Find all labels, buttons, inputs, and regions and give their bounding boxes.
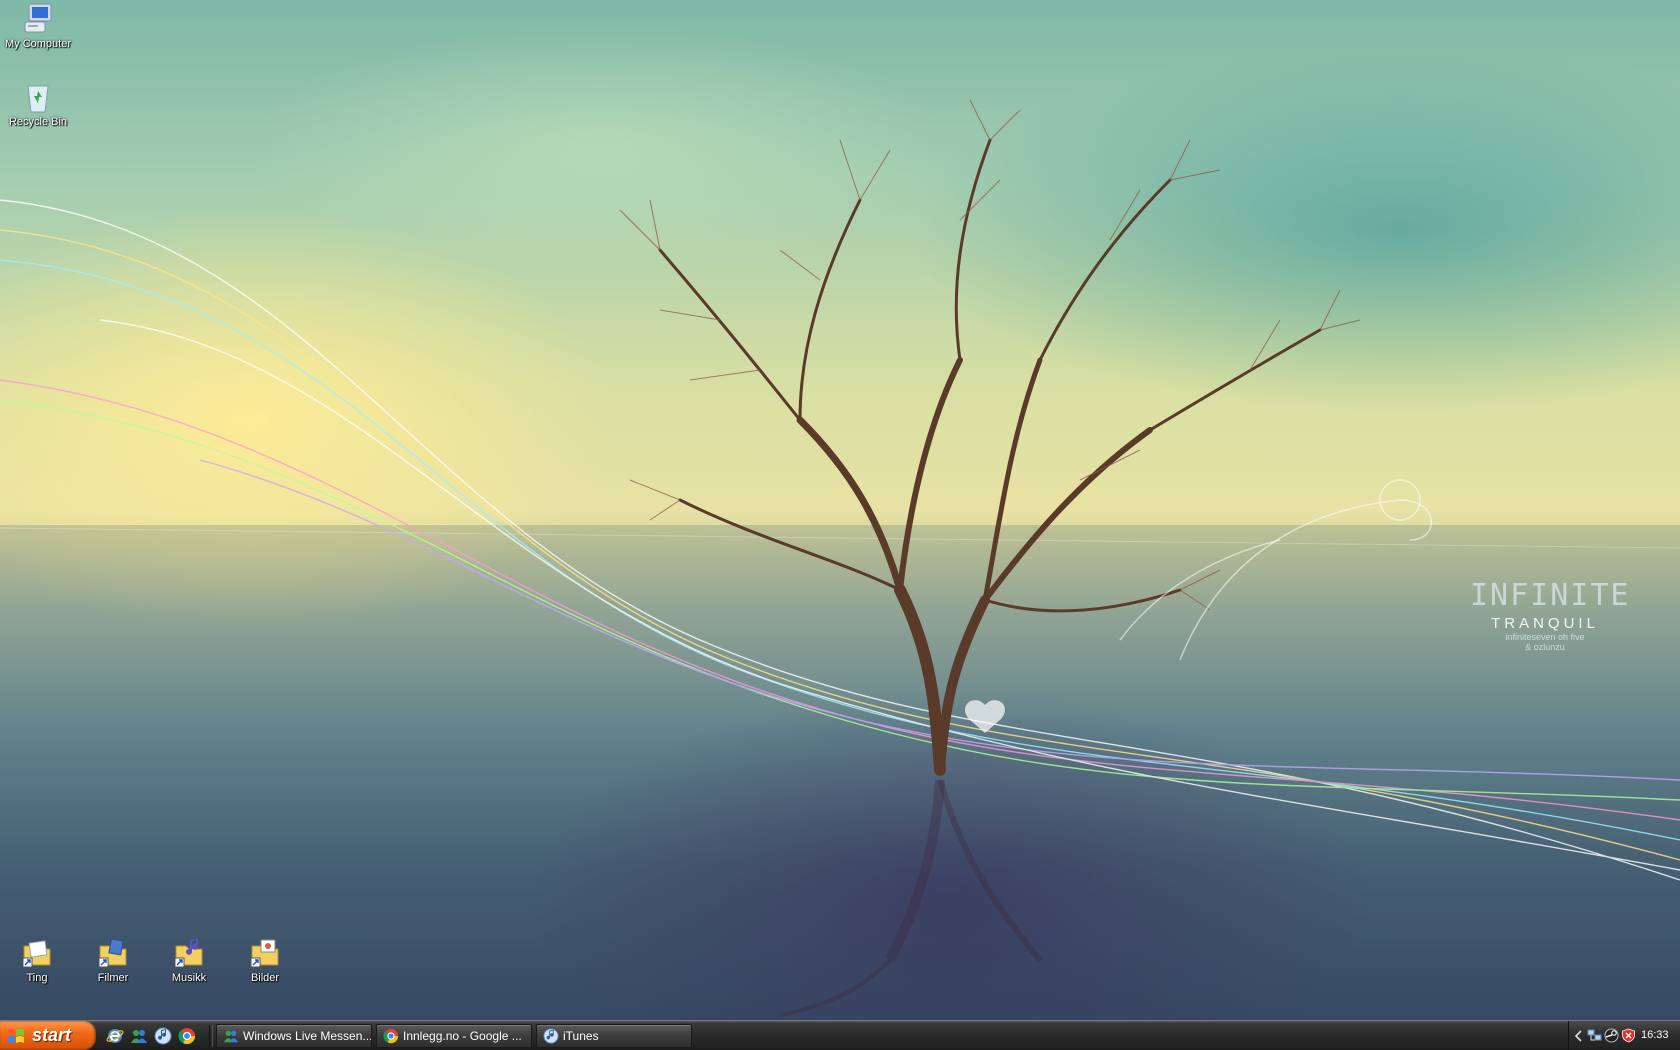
music-folder-shortcut-icon [174,938,203,968]
task-button-label: Innlegg.no - Google ... [403,1029,522,1043]
itunes-icon[interactable] [154,1027,172,1045]
task-button-messenger[interactable]: Windows Live Messen... [216,1024,372,1048]
steam-icon[interactable] [1604,1028,1619,1043]
chrome-icon[interactable] [178,1027,196,1045]
system-tray: 16:33 [1568,1021,1680,1050]
ie-icon[interactable] [106,1027,124,1045]
itunes-icon [543,1028,559,1044]
task-button-label: Windows Live Messen... [243,1029,371,1043]
desktop-icon-ting[interactable]: Ting [0,936,74,984]
wallpaper-credit: & ozlunzu [1525,642,1565,652]
desktop-icon-label: Ting [26,972,48,984]
task-button-chrome[interactable]: Innlegg.no - Google ... [376,1024,532,1048]
desktop-icon-label: Musikk [171,972,207,984]
computer-icon [24,3,52,33]
desktop-icon-bilder[interactable]: Bilder [228,936,302,984]
wallpaper-credit: infiniteseven oh five [1505,632,1585,642]
security-alert-icon[interactable] [1621,1028,1636,1043]
windows-logo-icon [8,1028,24,1043]
folder-shortcut-icon [22,940,51,968]
desktop-icon-label: Filmer [97,972,129,984]
start-button[interactable]: start [0,1021,96,1050]
wallpaper-art [0,99,1680,1020]
network-icon[interactable] [1587,1028,1602,1043]
desktop[interactable]: My Computer Recycle Bin Ting Filmer Musi… [0,0,1680,1020]
folder-shortcut-icon [98,938,127,968]
desktop-icon-recycle-bin[interactable]: Recycle Bin [1,80,75,128]
wallpaper-branding: INFINITE TRANQUIL infiniteseven oh five … [1470,578,1631,652]
start-label: start [32,1025,72,1045]
quick-launch-separator [209,1025,213,1047]
chevron-left-icon[interactable] [1574,1030,1584,1042]
clock[interactable]: 16:33 [1641,1029,1669,1041]
recycle-bin-icon [27,85,49,113]
quick-launch [106,1027,196,1045]
task-button-label: iTunes [563,1029,599,1043]
taskbar: start Windows Live Messen... Innlegg.no … [0,1020,1680,1050]
desktop-icon-musikk[interactable]: Musikk [152,936,226,984]
desktop-icon-my-computer[interactable]: My Computer [1,2,75,50]
wallpaper-title: TRANQUIL [1491,615,1599,632]
desktop-icon-filmer[interactable]: Filmer [76,936,150,984]
desktop-icon-label: My Computer [4,38,72,50]
desktop-icon-label: Bilder [250,972,280,984]
task-button-itunes[interactable]: iTunes [536,1024,692,1048]
desktop-icon-label: Recycle Bin [8,116,68,128]
messenger-icon [223,1030,239,1043]
wallpaper-logo: INFINITE [1470,578,1631,613]
chrome-icon [383,1028,399,1044]
pictures-folder-shortcut-icon [250,939,279,968]
messenger-icon[interactable] [130,1027,148,1045]
